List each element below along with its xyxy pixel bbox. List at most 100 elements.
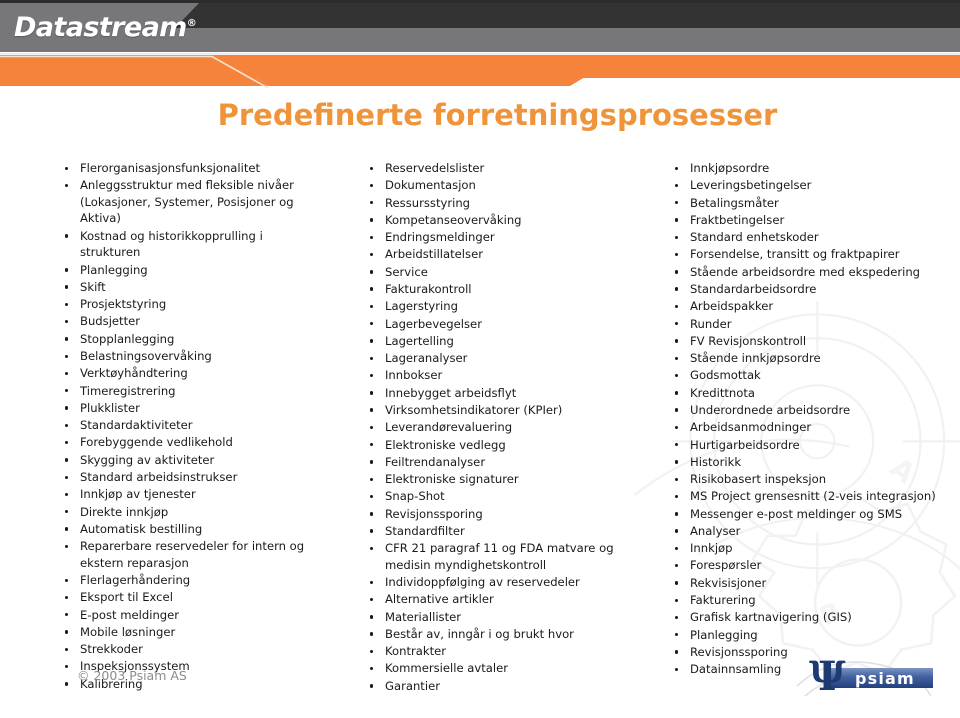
bullet-item: Forsendelse, transitt og fraktpapirer <box>668 246 940 263</box>
psi-symbol-icon: Ψ <box>809 653 846 700</box>
registered-mark-icon: ® <box>186 18 197 29</box>
bullet-item: Kontrakter <box>363 643 625 660</box>
bullet-list-1: Flerorganisasjonsfunksjonalitet Anleggsst… <box>58 160 316 692</box>
bullet-item: Dokumentasjon <box>363 177 625 194</box>
bullet-item: Prosjektstyring <box>58 296 316 313</box>
page-title: Predefinerte forretningsprosesser <box>217 98 778 132</box>
bullet-item: Stopplanlegging <box>58 331 316 348</box>
bullet-item: Messenger e-post meldinger og SMS <box>668 506 940 523</box>
bullet-item: Feiltrendanalyser <box>363 454 625 471</box>
bullet-item: Snap-Shot <box>363 488 625 505</box>
bullet-item: Timeregistrering <box>58 383 316 400</box>
bullet-item: Forebyggende vedlikehold <box>58 434 316 451</box>
bullet-item: Automatisk bestilling <box>58 521 316 538</box>
bullet-item: Materiallister <box>363 609 625 626</box>
bullet-item: Leverandørevaluering <box>363 419 625 436</box>
bullet-item: Elektroniske vedlegg <box>363 437 625 454</box>
bullet-item: Verktøyhåndtering <box>58 365 316 382</box>
bullet-item: Innkjøp av tjenester <box>58 486 316 503</box>
bullet-item: Hurtigarbeidsordre <box>668 437 940 454</box>
bullet-item: Risikobasert inspeksjon <box>668 471 940 488</box>
bullet-item: Leveringsbetingelser <box>668 177 940 194</box>
bullet-item: Flerorganisasjonsfunksjonalitet <box>58 160 316 177</box>
bullet-item: Stående arbeidsordre med ekspedering <box>668 264 940 281</box>
datastream-logo: Datastream® <box>14 14 197 41</box>
bullet-item: Kostnad og historikkopprulling i struktu… <box>58 228 316 261</box>
bullet-item: Standardarbeidsordre <box>668 281 940 298</box>
bullet-item: Standardaktiviteter <box>58 417 316 434</box>
bullet-item: Garantier <box>363 678 625 695</box>
header-banner: Datastream® <box>0 0 960 88</box>
bullet-item: Standard arbeidsinstrukser <box>58 469 316 486</box>
bullet-item: Service <box>363 264 625 281</box>
bullet-item: Innkjøp <box>668 540 940 557</box>
bullet-item: Arbeidstillatelser <box>363 246 625 263</box>
bullet-item: Innkjøpsordre <box>668 160 940 177</box>
bullet-item: Revisjonssporing <box>363 506 625 523</box>
psiam-wordmark: psiam <box>855 669 915 688</box>
bullet-item: Fraktbetingelser <box>668 212 940 229</box>
bullet-item: Lageranalyser <box>363 350 625 367</box>
bullet-item: FV Revisjonskontroll <box>668 333 940 350</box>
bullet-item: Kredittnota <box>668 385 940 402</box>
bullet-item: Innbokser <box>363 367 625 384</box>
content-columns: Flerorganisasjonsfunksjonalitet Anleggsst… <box>0 160 960 705</box>
bullet-item: Består av, inngår i og brukt hvor <box>363 626 625 643</box>
bullet-item: Virksomhetsindikatorer (KPIer) <box>363 402 625 419</box>
bullet-item: Betalingsmåter <box>668 195 940 212</box>
bullet-item: Alternative artikler <box>363 591 625 608</box>
bullet-item: Budsjetter <box>58 313 316 330</box>
slide-root: Datastream® Predefinerte forretningspros… <box>0 0 960 718</box>
bullet-item: Kompetanseovervåking <box>363 212 625 229</box>
psiam-logo: psiam Ψ <box>796 653 933 700</box>
bullet-item: Fakturering <box>668 592 940 609</box>
bullet-item: Innebygget arbeidsflyt <box>363 385 625 402</box>
bullet-column-1: Flerorganisasjonsfunksjonalitet Anleggsst… <box>58 160 316 693</box>
brand-wordmark: Datastream <box>14 12 187 43</box>
bullet-item: Godsmottak <box>668 367 940 384</box>
bullet-item: Lagertelling <box>363 333 625 350</box>
bullet-item: Reservedelslister <box>363 160 625 177</box>
bullet-item: Belastningsovervåking <box>58 348 316 365</box>
bullet-item: Skift <box>58 279 316 296</box>
bullet-item: Mobile løsninger <box>58 624 316 641</box>
bullet-item: Lagerstyring <box>363 298 625 315</box>
bullet-item: Plukklister <box>58 400 316 417</box>
bullet-item: Eksport til Excel <box>58 589 316 606</box>
bullet-item: Fakturakontroll <box>363 281 625 298</box>
bullet-item: Forespørsler <box>668 557 940 574</box>
bullet-item: Planlegging <box>58 262 316 279</box>
bullet-item: Planlegging <box>668 627 940 644</box>
bullet-item: Grafisk kartnavigering (GIS) <box>668 609 940 626</box>
bullet-item: Flerlagerhåndering <box>58 572 316 589</box>
bullet-item: MS Project grensesnitt (2-veis integrasj… <box>668 488 940 505</box>
bullet-item: Lagerbevegelser <box>363 316 625 333</box>
bullet-item: Runder <box>668 316 940 333</box>
bullet-item: Rekvisisjoner <box>668 575 940 592</box>
bullet-column-2: Reservedelslister Dokumentasjon Ressurssty… <box>363 160 625 695</box>
bullet-item: E-post meldinger <box>58 607 316 624</box>
bullet-item: Underordnede arbeidsordre <box>668 402 940 419</box>
bullet-item: Reparerbare reservedeler for intern og e… <box>58 538 316 571</box>
bullet-item: Kommersielle avtaler <box>363 660 625 677</box>
copyright-text: © 2003 Psiam AS <box>77 668 187 683</box>
bullet-item: Arbeidsanmodninger <box>668 419 940 436</box>
bullet-item: Individoppfølging av reservedeler <box>363 574 625 591</box>
bullet-item: Elektroniske signaturer <box>363 471 625 488</box>
bullet-list-3: Innkjøpsordre Leveringsbetingelser Betalin… <box>668 160 940 678</box>
bullet-item: Anleggsstruktur med fleksible nivåer (Lo… <box>58 177 316 227</box>
bullet-item: Endringsmeldinger <box>363 229 625 246</box>
bullet-list-2: Reservedelslister Dokumentasjon Ressurssty… <box>363 160 625 694</box>
bullet-item: Standard enhetskoder <box>668 229 940 246</box>
bullet-item: Standardfilter <box>363 523 625 540</box>
bullet-item: Historikk <box>668 454 940 471</box>
bullet-item: Arbeidspakker <box>668 298 940 315</box>
bullet-item: CFR 21 paragraf 11 og FDA matvare og med… <box>363 540 625 573</box>
bullet-item: Strekkoder <box>58 641 316 658</box>
bullet-column-3: Innkjøpsordre Leveringsbetingelser Betalin… <box>668 160 940 678</box>
bullet-item: Direkte innkjøp <box>58 504 316 521</box>
bullet-item: Ressursstyring <box>363 195 625 212</box>
bullet-item: Analyser <box>668 523 940 540</box>
bullet-item: Stående innkjøpsordre <box>668 350 940 367</box>
bullet-item: Skygging av aktiviteter <box>58 452 316 469</box>
